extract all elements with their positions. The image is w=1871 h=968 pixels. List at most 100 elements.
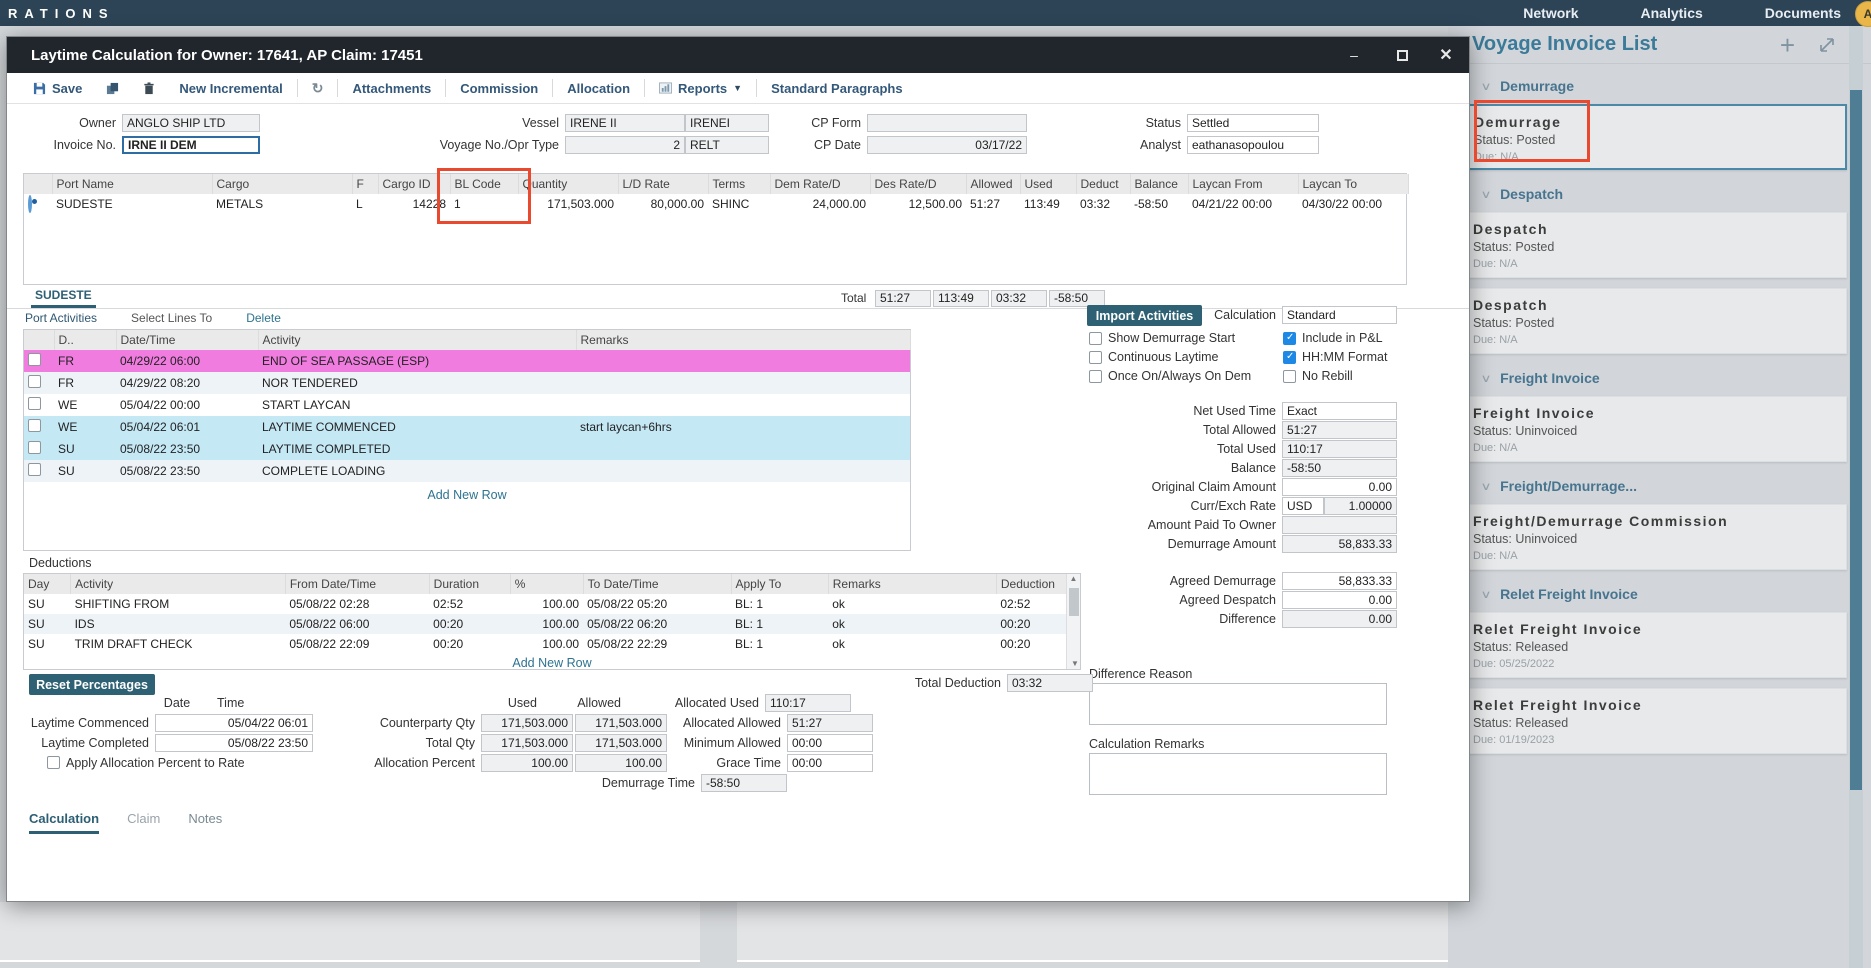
group-relet-freight-invoice[interactable]: ∨ Relet Freight Invoice <box>1448 580 1871 608</box>
calculation-remarks-textarea[interactable] <box>1089 753 1387 795</box>
once-on-always-on-dem-checkbox[interactable] <box>1089 369 1102 383</box>
col-ded-to[interactable]: To Date/Time <box>583 574 732 594</box>
owner-field[interactable]: ANGLO SHIP LTD <box>122 113 260 132</box>
invoice-card-relet-2[interactable]: Relet Freight Invoice Status: Released D… <box>1448 688 1847 754</box>
col-quantity[interactable]: Quantity <box>518 174 619 194</box>
opr-type-field[interactable]: RELT <box>685 135 769 154</box>
activity-row[interactable]: FR 04/29/22 06:00 END OF SEA PASSAGE (ES… <box>24 350 910 372</box>
cp-form-field[interactable] <box>867 113 1027 132</box>
row-checkbox[interactable] <box>28 353 41 366</box>
col-remarks[interactable]: Remarks <box>576 330 911 350</box>
commission-button[interactable]: Commission <box>448 81 550 96</box>
row-checkbox[interactable] <box>28 419 41 432</box>
agreed-demurrage-field[interactable]: 58,833.33 <box>1282 571 1397 590</box>
col-ded-from[interactable]: From Date/Time <box>285 574 430 594</box>
invoice-card-demurrage[interactable]: Demurrage Status: Posted Due: N/A <box>1448 104 1847 170</box>
deduction-row[interactable]: SU SHIFTING FROM 05/08/22 02:28 02:52 100.… <box>24 594 1080 614</box>
analyst-field[interactable]: eathanasopoulou <box>1187 135 1319 154</box>
add-new-deduction-link[interactable]: Add New Row <box>24 654 1080 670</box>
activity-row[interactable]: SU 05/08/22 23:50 COMPLETE LOADING <box>24 460 910 482</box>
status-field[interactable]: Settled <box>1187 113 1319 132</box>
deduction-row[interactable]: SU IDS 05/08/22 06:00 00:20 100.00 05/08/22… <box>24 614 1080 634</box>
col-used[interactable]: Used <box>1020 174 1077 194</box>
cargo-row[interactable]: SUDESTE METALS L 14228 1 171,503.000 80,… <box>24 194 1408 214</box>
col-ded-duration[interactable]: Duration <box>429 574 511 594</box>
invoice-card-freight[interactable]: Freight Invoice Status: Uninvoiced Due: … <box>1448 396 1847 462</box>
col-des-rate[interactable]: Des Rate/D <box>870 174 967 194</box>
invoice-card-despatch-2[interactable]: Despatch Status: Posted Due: N/A <box>1448 288 1847 354</box>
col-dem-rate[interactable]: Dem Rate/D <box>770 174 871 194</box>
col-balance[interactable]: Balance <box>1130 174 1189 194</box>
activity-row[interactable]: WE 05/04/22 00:00 START LAYCAN <box>24 394 910 416</box>
group-freight-demurrage-commission[interactable]: ∨ Freight/Demurrage... <box>1448 472 1871 500</box>
row-checkbox[interactable] <box>28 463 41 476</box>
delete-button[interactable] <box>131 81 167 95</box>
apply-allocation-percent-checkbox[interactable] <box>47 756 60 769</box>
hhmm-format-checkbox[interactable] <box>1283 350 1296 364</box>
vessel-code-field[interactable]: IRENEI <box>685 113 769 132</box>
col-cargo[interactable]: Cargo <box>212 174 353 194</box>
difference-reason-textarea[interactable] <box>1089 683 1387 725</box>
tab-notes[interactable]: Notes <box>188 811 222 834</box>
add-invoice-icon[interactable]: + <box>1780 30 1795 61</box>
refresh-button[interactable]: ↻ <box>300 80 336 97</box>
col-laycan-from[interactable]: Laycan From <box>1188 174 1299 194</box>
include-in-pl-checkbox[interactable] <box>1283 331 1296 345</box>
save-button[interactable]: Save <box>21 81 94 96</box>
deductions-scrollbar[interactable]: ▲ ▼ <box>1066 574 1080 669</box>
reset-percentages-button[interactable]: Reset Percentages <box>29 674 155 695</box>
col-terms[interactable]: Terms <box>708 174 771 194</box>
group-freight-invoice[interactable]: ∨ Freight Invoice <box>1448 364 1871 392</box>
standard-paragraphs-button[interactable]: Standard Paragraphs <box>759 81 915 96</box>
net-used-time-field[interactable]: Exact <box>1282 401 1397 420</box>
col-port-name[interactable]: Port Name <box>52 174 213 194</box>
col-deduct[interactable]: Deduct <box>1076 174 1131 194</box>
reports-button[interactable]: Reports ▼ <box>647 81 754 96</box>
select-lines-to-label[interactable]: Select Lines To <box>131 311 212 327</box>
invoice-card-freight-demurrage-commission[interactable]: Freight/Demurrage Commission Status: Uni… <box>1448 504 1847 570</box>
col-datetime[interactable]: Date/Time <box>116 330 259 350</box>
activity-row[interactable]: FR 04/29/22 08:20 NOR TENDERED <box>24 372 910 394</box>
group-despatch[interactable]: ∨ Despatch <box>1448 180 1871 208</box>
laytime-completed-field[interactable]: 05/08/22 23:50 <box>155 733 313 752</box>
col-bl-code[interactable]: BL Code <box>450 174 519 194</box>
col-activity[interactable]: Activity <box>258 330 577 350</box>
dialog-titlebar[interactable]: Laytime Calculation for Owner: 17641, AP… <box>7 37 1469 73</box>
allocation-button[interactable]: Allocation <box>555 81 642 96</box>
sidebar-scrollbar[interactable] <box>1849 26 1863 968</box>
invoice-card-despatch-1[interactable]: Despatch Status: Posted Due: N/A <box>1448 212 1847 278</box>
col-ded-apply-to[interactable]: Apply To <box>731 574 829 594</box>
nav-documents[interactable]: Documents <box>1765 5 1841 21</box>
col-day[interactable]: D.. <box>54 330 117 350</box>
expand-icon[interactable] <box>1817 35 1837 60</box>
col-allowed[interactable]: Allowed <box>966 174 1021 194</box>
port-tab-sudeste[interactable]: SUDESTE <box>31 288 96 308</box>
col-ded-day[interactable]: Day <box>24 574 72 594</box>
close-button[interactable]: ✕ <box>1435 45 1457 65</box>
show-demurrage-start-checkbox[interactable] <box>1089 331 1102 345</box>
calculation-field[interactable]: Standard <box>1282 305 1397 324</box>
row-checkbox[interactable] <box>28 441 41 454</box>
maximize-button[interactable] <box>1391 45 1413 65</box>
col-laycan-to[interactable]: Laycan To <box>1298 174 1409 194</box>
minimize-button[interactable]: – <box>1343 45 1365 65</box>
col-ld-rate[interactable]: L/D Rate <box>618 174 709 194</box>
col-cargo-id[interactable]: Cargo ID <box>378 174 451 194</box>
user-avatar[interactable]: A <box>1855 1 1871 27</box>
activity-row[interactable]: WE 05/04/22 06:01 LAYTIME COMMENCED star… <box>24 416 910 438</box>
activity-row[interactable]: SU 05/08/22 23:50 LAYTIME COMPLETED <box>24 438 910 460</box>
tab-calculation[interactable]: Calculation <box>29 811 100 834</box>
copy-button[interactable] <box>94 82 131 95</box>
group-demurrage[interactable]: ∨ Demurrage <box>1448 72 1871 100</box>
minimum-allowed-field[interactable]: 00:00 <box>787 733 873 752</box>
nav-analytics[interactable]: Analytics <box>1641 5 1703 21</box>
col-ded-activity[interactable]: Activity <box>70 574 286 594</box>
col-f[interactable]: F <box>352 174 379 194</box>
invoice-card-relet-1[interactable]: Relet Freight Invoice Status: Released D… <box>1448 612 1847 678</box>
exch-rate-field[interactable]: 1.00000 <box>1324 496 1397 515</box>
no-rebill-checkbox[interactable] <box>1283 369 1296 383</box>
row-selected-radio[interactable] <box>28 195 37 213</box>
laytime-commenced-field[interactable]: 05/04/22 06:01 <box>155 713 313 732</box>
new-incremental-button[interactable]: New Incremental <box>167 81 294 96</box>
original-claim-field[interactable]: 0.00 <box>1282 477 1397 496</box>
